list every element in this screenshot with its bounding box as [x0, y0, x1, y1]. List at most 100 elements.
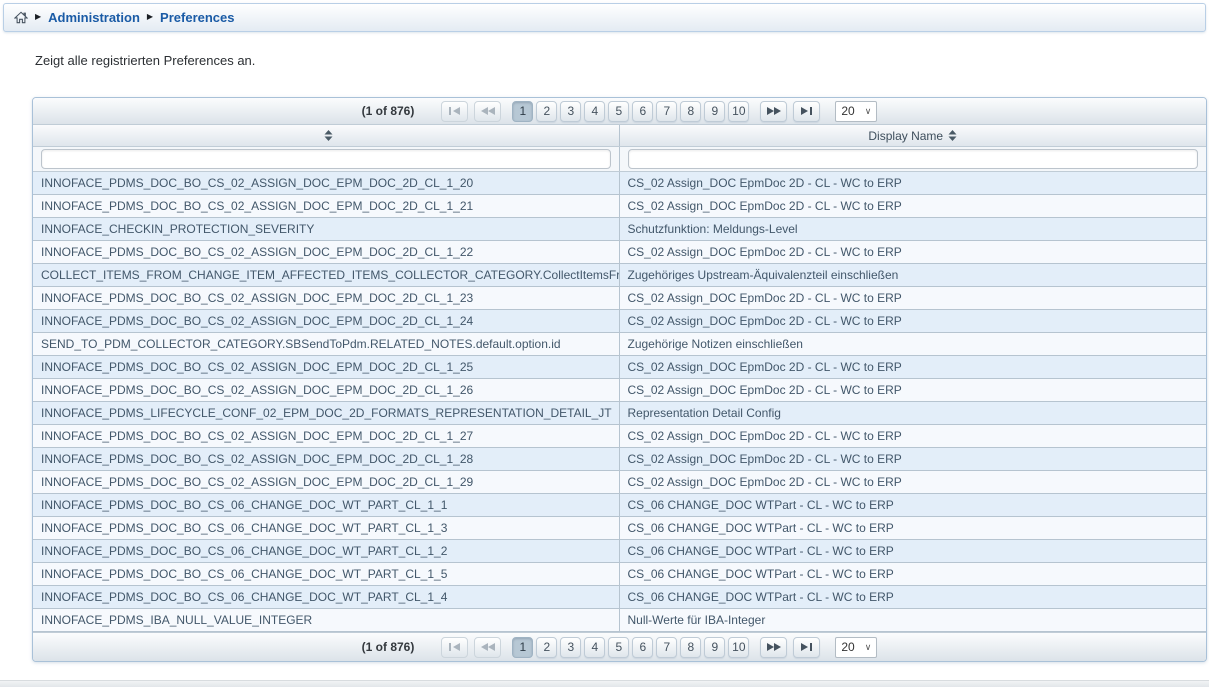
- paginator-top: (1 of 876) 12345678910 20 ∨: [33, 98, 1206, 125]
- home-icon[interactable]: [14, 11, 28, 24]
- paginator-first-button[interactable]: [441, 637, 468, 658]
- breadcrumb-separator-icon: ▶: [147, 13, 153, 21]
- paginator-page-7-button[interactable]: 7: [656, 101, 677, 122]
- table-row[interactable]: INNOFACE_PDMS_DOC_BO_CS_02_ASSIGN_DOC_EP…: [33, 471, 1206, 494]
- preference-name-cell: INNOFACE_PDMS_LIFECYCLE_CONF_02_EPM_DOC_…: [33, 402, 620, 424]
- paginator-prev-button[interactable]: [474, 101, 501, 122]
- paginator-next-button[interactable]: [760, 637, 787, 658]
- paginator-page-6-button[interactable]: 6: [632, 637, 653, 658]
- display-name-cell: Schutzfunktion: Meldungs-Level: [620, 218, 1207, 240]
- table-row[interactable]: SEND_TO_PDM_COLLECTOR_CATEGORY.SBSendToP…: [33, 333, 1206, 356]
- paginator-current-text: (1 of 876): [362, 104, 415, 118]
- table-row[interactable]: INNOFACE_PDMS_IBA_NULL_VALUE_INTEGERNull…: [33, 609, 1206, 632]
- table-row[interactable]: INNOFACE_PDMS_DOC_BO_CS_06_CHANGE_DOC_WT…: [33, 494, 1206, 517]
- table-row[interactable]: COLLECT_ITEMS_FROM_CHANGE_ITEM_AFFECTED_…: [33, 264, 1206, 287]
- table-row[interactable]: INNOFACE_PDMS_DOC_BO_CS_06_CHANGE_DOC_WT…: [33, 563, 1206, 586]
- paginator-page-1-button[interactable]: 1: [512, 637, 533, 658]
- paginator-page-5-button[interactable]: 5: [608, 101, 629, 122]
- preference-name-cell: INNOFACE_PDMS_DOC_BO_CS_02_ASSIGN_DOC_EP…: [33, 310, 620, 332]
- preferences-table: (1 of 876) 12345678910 20 ∨ Display Name: [32, 97, 1207, 662]
- paginator-pages: 12345678910: [512, 101, 749, 122]
- paginator-page-10-button[interactable]: 10: [728, 637, 749, 658]
- display-name-cell: CS_06 CHANGE_DOC WTPart - CL - WC to ERP: [620, 517, 1207, 539]
- paginator-page-9-button[interactable]: 9: [704, 637, 725, 658]
- table-row[interactable]: INNOFACE_PDMS_DOC_BO_CS_02_ASSIGN_DOC_EP…: [33, 379, 1206, 402]
- preference-name-cell: SEND_TO_PDM_COLLECTOR_CATEGORY.SBSendToP…: [33, 333, 620, 355]
- display-name-cell: CS_06 CHANGE_DOC WTPart - CL - WC to ERP: [620, 563, 1207, 585]
- paginator-page-5-button[interactable]: 5: [608, 637, 629, 658]
- paginator-page-3-button[interactable]: 3: [560, 637, 581, 658]
- paginator-page-4-button[interactable]: 4: [584, 101, 605, 122]
- display-name-cell: CS_02 Assign_DOC EpmDoc 2D - CL - WC to …: [620, 448, 1207, 470]
- sort-icon: [948, 130, 957, 141]
- paginator-page-7-button[interactable]: 7: [656, 637, 677, 658]
- preference-name-cell: INNOFACE_PDMS_DOC_BO_CS_02_ASSIGN_DOC_EP…: [33, 471, 620, 493]
- paginator-page-8-button[interactable]: 8: [680, 101, 701, 122]
- column-header-name[interactable]: [33, 125, 620, 146]
- preference-name-cell: INNOFACE_PDMS_DOC_BO_CS_02_ASSIGN_DOC_EP…: [33, 379, 620, 401]
- table-row[interactable]: INNOFACE_PDMS_DOC_BO_CS_02_ASSIGN_DOC_EP…: [33, 448, 1206, 471]
- paginator-page-1-button[interactable]: 1: [512, 101, 533, 122]
- preference-name-cell: INNOFACE_PDMS_DOC_BO_CS_02_ASSIGN_DOC_EP…: [33, 195, 620, 217]
- paginator-last-button[interactable]: [793, 101, 820, 122]
- display-name-cell: CS_02 Assign_DOC EpmDoc 2D - CL - WC to …: [620, 172, 1207, 194]
- display-name-cell: CS_06 CHANGE_DOC WTPart - CL - WC to ERP: [620, 494, 1207, 516]
- rows-per-page-value: 20: [841, 640, 854, 654]
- paginator-page-10-button[interactable]: 10: [728, 101, 749, 122]
- table-row[interactable]: INNOFACE_PDMS_DOC_BO_CS_02_ASSIGN_DOC_EP…: [33, 241, 1206, 264]
- paginator-page-4-button[interactable]: 4: [584, 637, 605, 658]
- display-name-cell: Representation Detail Config: [620, 402, 1207, 424]
- rows-per-page-select[interactable]: 20 ∨: [835, 637, 877, 658]
- table-row[interactable]: INNOFACE_PDMS_DOC_BO_CS_02_ASSIGN_DOC_EP…: [33, 172, 1206, 195]
- preferences-table-body: INNOFACE_PDMS_DOC_BO_CS_02_ASSIGN_DOC_EP…: [33, 172, 1206, 632]
- table-row[interactable]: INNOFACE_CHECKIN_PROTECTION_SEVERITYSchu…: [33, 218, 1206, 241]
- name-filter-input[interactable]: [41, 149, 611, 169]
- paginator-page-8-button[interactable]: 8: [680, 637, 701, 658]
- breadcrumb-administration-link[interactable]: Administration: [48, 10, 140, 25]
- paginator-page-6-button[interactable]: 6: [632, 101, 653, 122]
- preference-name-cell: INNOFACE_PDMS_DOC_BO_CS_06_CHANGE_DOC_WT…: [33, 586, 620, 608]
- paginator-first-button[interactable]: [441, 101, 468, 122]
- seek-next-icon: [767, 107, 781, 115]
- table-row[interactable]: INNOFACE_PDMS_DOC_BO_CS_02_ASSIGN_DOC_EP…: [33, 310, 1206, 333]
- display-name-cell: CS_02 Assign_DOC EpmDoc 2D - CL - WC to …: [620, 471, 1207, 493]
- display-name-filter-input[interactable]: [628, 149, 1199, 169]
- paginator-last-button[interactable]: [793, 637, 820, 658]
- display-name-cell: Null-Werte für IBA-Integer: [620, 609, 1207, 631]
- display-name-cell: CS_02 Assign_DOC EpmDoc 2D - CL - WC to …: [620, 379, 1207, 401]
- table-row[interactable]: INNOFACE_PDMS_DOC_BO_CS_06_CHANGE_DOC_WT…: [33, 586, 1206, 609]
- display-name-cell: CS_02 Assign_DOC EpmDoc 2D - CL - WC to …: [620, 241, 1207, 263]
- seek-first-icon: [448, 643, 461, 651]
- preference-name-cell: INNOFACE_PDMS_DOC_BO_CS_06_CHANGE_DOC_WT…: [33, 563, 620, 585]
- paginator-page-9-button[interactable]: 9: [704, 101, 725, 122]
- table-row[interactable]: INNOFACE_PDMS_DOC_BO_CS_02_ASSIGN_DOC_EP…: [33, 425, 1206, 448]
- table-row[interactable]: INNOFACE_PDMS_DOC_BO_CS_02_ASSIGN_DOC_EP…: [33, 287, 1206, 310]
- seek-first-icon: [448, 107, 461, 115]
- rows-per-page-value: 20: [841, 104, 854, 118]
- paginator-bottom: (1 of 876) 12345678910 20 ∨: [33, 632, 1206, 661]
- table-row[interactable]: INNOFACE_PDMS_DOC_BO_CS_06_CHANGE_DOC_WT…: [33, 517, 1206, 540]
- display-name-cell: CS_02 Assign_DOC EpmDoc 2D - CL - WC to …: [620, 356, 1207, 378]
- seek-prev-icon: [481, 107, 495, 115]
- paginator-page-2-button[interactable]: 2: [536, 637, 557, 658]
- paginator-next-button[interactable]: [760, 101, 787, 122]
- breadcrumb-preferences-link[interactable]: Preferences: [160, 10, 234, 25]
- paginator-prev-button[interactable]: [474, 637, 501, 658]
- sort-icon: [324, 130, 333, 141]
- table-row[interactable]: INNOFACE_PDMS_DOC_BO_CS_02_ASSIGN_DOC_EP…: [33, 195, 1206, 218]
- preference-name-cell: INNOFACE_PDMS_DOC_BO_CS_06_CHANGE_DOC_WT…: [33, 517, 620, 539]
- display-name-cell: Zugehörige Notizen einschließen: [620, 333, 1207, 355]
- paginator-current-text: (1 of 876): [362, 640, 415, 654]
- rows-per-page-select[interactable]: 20 ∨: [835, 101, 877, 122]
- preference-name-cell: INNOFACE_CHECKIN_PROTECTION_SEVERITY: [33, 218, 620, 240]
- table-row[interactable]: INNOFACE_PDMS_DOC_BO_CS_06_CHANGE_DOC_WT…: [33, 540, 1206, 563]
- paginator-page-2-button[interactable]: 2: [536, 101, 557, 122]
- display-name-cell: CS_02 Assign_DOC EpmDoc 2D - CL - WC to …: [620, 195, 1207, 217]
- preference-name-cell: INNOFACE_PDMS_DOC_BO_CS_02_ASSIGN_DOC_EP…: [33, 448, 620, 470]
- column-header-display-name[interactable]: Display Name: [620, 125, 1207, 146]
- paginator-page-3-button[interactable]: 3: [560, 101, 581, 122]
- table-row[interactable]: INNOFACE_PDMS_DOC_BO_CS_02_ASSIGN_DOC_EP…: [33, 356, 1206, 379]
- preference-name-cell: INNOFACE_PDMS_IBA_NULL_VALUE_INTEGER: [33, 609, 620, 631]
- column-header-display-name-label: Display Name: [868, 129, 943, 143]
- table-row[interactable]: INNOFACE_PDMS_LIFECYCLE_CONF_02_EPM_DOC_…: [33, 402, 1206, 425]
